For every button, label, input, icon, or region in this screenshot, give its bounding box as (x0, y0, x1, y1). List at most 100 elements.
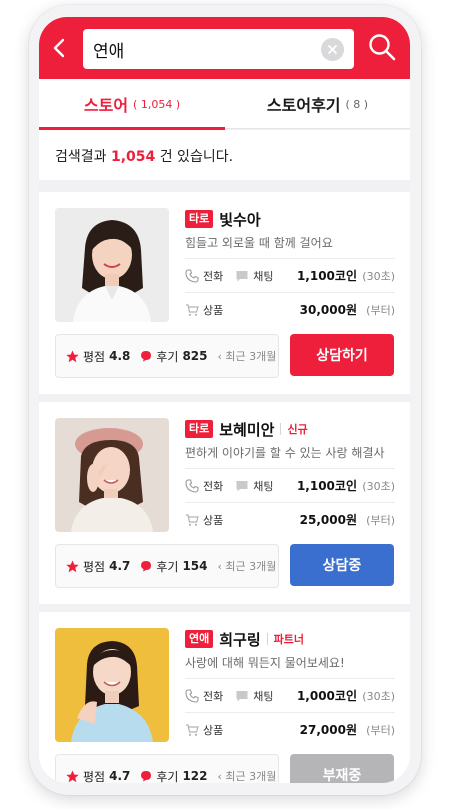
review-count: 154 (182, 559, 208, 573)
consult-button[interactable]: 상담하기 (290, 334, 394, 376)
product-unit: (부터) (366, 723, 395, 737)
call-price-row: 전화 채팅 1,100코인 (30초) (185, 468, 395, 502)
chat-icon (236, 690, 248, 701)
call-price-row: 전화 채팅 1,000코인 (30초) (185, 678, 395, 712)
phone-label: 전화 (203, 269, 224, 283)
rating-label: 평점 (83, 559, 106, 574)
phone-label: 전화 (203, 479, 224, 493)
counselor-photo (55, 628, 169, 742)
recent-period-text: 최근 3개월 (225, 560, 277, 573)
consulting-status-button[interactable]: 상담중 (290, 544, 394, 586)
tab-store-count: ( 1,054 ) (133, 97, 181, 111)
tab-store-review[interactable]: 스토어후기 ( 8 ) (225, 79, 410, 129)
result-prefix: 검색결과 (55, 149, 111, 165)
product-unit: (부터) (366, 303, 395, 317)
clear-icon[interactable] (321, 38, 344, 61)
counselor-card[interactable]: 타로 보혜미안 신규 편하게 이야기를 할 수 있는 사랑 해결사 전화 채팅 … (39, 402, 410, 604)
review-label: 후기 (156, 349, 179, 364)
divider (266, 633, 268, 645)
product-label: 상품 (203, 513, 224, 527)
tab-store-label: 스토어 (83, 96, 129, 115)
phone-icon (185, 268, 199, 283)
call-price: 1,000코인 (296, 689, 357, 703)
tab-bar: 스토어 ( 1,054 ) 스토어후기 ( 8 ) (39, 79, 410, 130)
chat-icon (236, 480, 248, 491)
review-count: 825 (182, 349, 208, 363)
recent-period: ‹ 최근 3개월 (217, 350, 277, 363)
call-price: 1,100코인 (296, 479, 357, 493)
counselor-intro: 힘들고 외로울 때 함께 걸어요 (185, 236, 333, 250)
counselor-info: 타로 빛수아 힘들고 외로울 때 함께 걸어요 전화 채팅 1,100코인 (3… (185, 208, 395, 326)
rating-stats: 평점 4.7 후기 122 ‹ 최근 3개월 (55, 754, 279, 783)
star-icon (66, 560, 79, 572)
recent-period-text: 최근 3개월 (225, 770, 277, 783)
counselor-photo (55, 418, 169, 532)
back-arrow-icon[interactable] (49, 35, 71, 61)
counselor-intro: 사랑에 대해 뭐든지 물어보세요! (185, 656, 345, 670)
tab-store[interactable]: 스토어 ( 1,054 ) (39, 79, 225, 130)
review-label: 후기 (156, 559, 179, 574)
counselor-photo (55, 208, 169, 322)
recent-period: ‹ 최근 3개월 (217, 770, 277, 783)
review-count: 122 (182, 769, 208, 783)
counselor-tag: 신규 (287, 423, 308, 436)
counselor-info: 타로 보혜미안 신규 편하게 이야기를 할 수 있는 사랑 해결사 전화 채팅 … (185, 418, 395, 536)
rating-value: 4.8 (109, 349, 131, 363)
recent-period-text: 최근 3개월 (225, 350, 277, 363)
search-header (39, 17, 410, 79)
category-badge: 타로 (185, 210, 214, 228)
phone-frame: 스토어 ( 1,054 ) 스토어후기 ( 8 ) 검색결과 1,054 건 있… (29, 5, 421, 795)
phone-icon (185, 688, 199, 703)
category-badge: 연애 (185, 630, 214, 648)
call-unit: (30초) (362, 269, 395, 283)
result-summary: 검색결과 1,054 건 있습니다. (39, 130, 410, 180)
search-input[interactable] (93, 37, 303, 61)
chat-icon (236, 270, 248, 281)
product-price: 30,000원 (299, 303, 357, 317)
rating-stats: 평점 4.7 후기 154 ‹ 최근 3개월 (55, 544, 279, 588)
search-icon[interactable] (367, 32, 397, 62)
rating-label: 평점 (83, 769, 106, 784)
counselor-card[interactable]: 타로 빛수아 힘들고 외로울 때 함께 걸어요 전화 채팅 1,100코인 (3… (39, 192, 410, 394)
counselor-info: 연애 희구링 파트너 사랑에 대해 뭐든지 물어보세요! 전화 채팅 1,000… (185, 628, 395, 746)
chat-label: 채팅 (253, 269, 274, 283)
counselor-name[interactable]: 희구링 (219, 629, 260, 650)
call-unit: (30초) (362, 689, 395, 703)
absent-status-button[interactable]: 부재중 (290, 754, 394, 783)
product-price: 25,000원 (299, 513, 357, 527)
product-price-row: 상품 30,000원 (부터) (185, 292, 395, 326)
review-bubble-icon (141, 351, 152, 362)
counselor-name[interactable]: 빛수아 (219, 209, 260, 230)
chat-label: 채팅 (253, 479, 274, 493)
rating-label: 평점 (83, 349, 106, 364)
cart-icon (186, 723, 199, 736)
chat-label: 채팅 (253, 689, 274, 703)
call-price: 1,100코인 (296, 269, 357, 283)
counselor-tag: 파트너 (273, 633, 305, 646)
result-count: 1,054 (110, 149, 156, 165)
star-icon (66, 350, 79, 362)
divider (280, 423, 282, 435)
counselor-name[interactable]: 보혜미안 (219, 419, 274, 440)
product-unit: (부터) (366, 513, 395, 527)
tab-review-count: ( 8 ) (345, 97, 369, 111)
product-label: 상품 (203, 723, 224, 737)
search-box (83, 29, 354, 69)
counselor-intro: 편하게 이야기를 할 수 있는 사랑 해결사 (185, 446, 385, 460)
category-badge: 타로 (185, 420, 214, 438)
cart-icon (186, 303, 199, 316)
call-unit: (30초) (362, 479, 395, 493)
name-row: 타로 보혜미안 신규 (185, 418, 395, 440)
tab-review-label: 스토어후기 (266, 96, 341, 115)
counselor-card[interactable]: 연애 희구링 파트너 사랑에 대해 뭐든지 물어보세요! 전화 채팅 1,000… (39, 612, 410, 783)
phone-label: 전화 (203, 689, 224, 703)
name-row: 타로 빛수아 (185, 208, 395, 230)
cart-icon (186, 513, 199, 526)
name-row: 연애 희구링 파트너 (185, 628, 395, 650)
product-label: 상품 (203, 303, 224, 317)
app-screen: 스토어 ( 1,054 ) 스토어후기 ( 8 ) 검색결과 1,054 건 있… (39, 17, 410, 783)
call-price-row: 전화 채팅 1,100코인 (30초) (185, 258, 395, 292)
review-bubble-icon (141, 771, 152, 782)
result-text: 검색결과 1,054 건 있습니다. (55, 146, 233, 166)
product-price-row: 상품 27,000원 (부터) (185, 712, 395, 746)
